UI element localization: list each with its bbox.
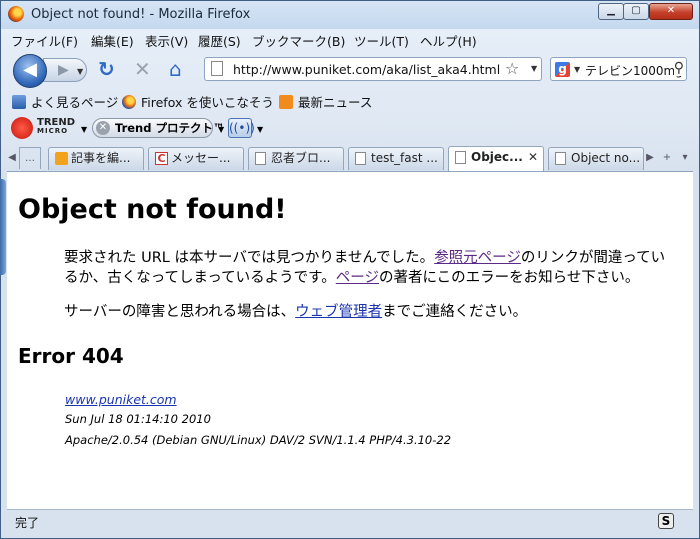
server-error-paragraph: サーバーの障害と思われる場合は、ウェブ管理者までご連絡ください。	[64, 302, 674, 322]
tab-close-icon[interactable]: ✕	[528, 147, 538, 168]
tab-label: メッセー...	[171, 151, 231, 165]
menu-view[interactable]: 表示(V)	[145, 31, 188, 50]
trend-logo-line1: TREND	[37, 117, 76, 128]
back-button[interactable]: ◀	[13, 54, 47, 88]
bookmark-firefox-tips[interactable]: Firefox を使いこなそう	[122, 92, 274, 111]
wireless-icon[interactable]: ((•))	[228, 118, 255, 138]
bookmark-label: 最新ニュース	[298, 95, 373, 110]
menu-edit[interactable]: 編集(E)	[91, 31, 134, 50]
page-icon	[255, 152, 266, 165]
error-code-heading: Error 404	[18, 344, 124, 368]
url-bar[interactable]: http://www.puniket.com/aka/list_aka4.htm…	[204, 57, 542, 81]
sidebar-edge	[0, 179, 6, 275]
tab-label: Objec...	[471, 150, 523, 164]
page-link[interactable]: ページ	[336, 270, 379, 286]
menu-bookmarks[interactable]: ブックマーク(B)	[252, 31, 345, 50]
tab-list-icon[interactable]: ▾	[678, 147, 692, 169]
paragraph-text: サーバーの障害と思われる場合は、	[64, 304, 296, 320]
status-text: 完了	[15, 516, 40, 530]
url-input[interactable]: http://www.puniket.com/aka/list_aka4.htm…	[233, 62, 500, 77]
tab-test-fast[interactable]: test_fast ...	[348, 147, 444, 170]
server-signature: Apache/2.0.54 (Debian GNU/Linux) DAV/2 S…	[65, 433, 452, 447]
bookmark-most-visited[interactable]: よく見るページ	[12, 92, 118, 111]
page-icon	[555, 152, 566, 165]
blog-icon	[55, 152, 68, 165]
tab-overflow-button[interactable]: …	[19, 147, 41, 169]
search-engine-dropdown-icon[interactable]: ▼	[574, 65, 580, 74]
paragraph-text: の著者にこのエラーをお知らせ下さい。	[378, 270, 640, 286]
tab-scroll-left-icon[interactable]: ◀	[5, 147, 19, 169]
bookmark-latest-news[interactable]: 最新ニュース	[279, 92, 372, 111]
trend-protect-label: Trend プロテクト™	[115, 121, 225, 135]
trend-logo-line2: MICRO	[37, 127, 69, 135]
tab-label: test_fast ...	[371, 151, 438, 165]
browser-window: Object not found! - Mozilla Firefox ▁ ▢ …	[0, 0, 700, 539]
site-link[interactable]: www.puniket.com	[65, 392, 177, 407]
close-button[interactable]: ✕	[649, 3, 693, 20]
trend-micro-logo-text: TREND MICRO	[37, 118, 75, 136]
trend-micro-logo-icon[interactable]	[11, 117, 33, 139]
trend-protect-button[interactable]: ✕ Trend プロテクト™	[92, 118, 224, 138]
tab-label: Object no...	[571, 151, 641, 165]
menu-file[interactable]: ファイル(F)	[11, 31, 78, 50]
tab-messages[interactable]: C メッセー...	[148, 147, 244, 170]
page-content: Object not found! 要求された URL は本サーバでは見つかりま…	[7, 171, 693, 509]
window-title: Object not found! - Mozilla Firefox	[31, 7, 251, 22]
page-heading: Object not found!	[18, 194, 287, 225]
tab-object-not-found-active[interactable]: Objec... ✕	[448, 146, 544, 171]
tab-label: 記事を編...	[71, 151, 131, 165]
menu-history[interactable]: 履歴(S)	[198, 31, 241, 50]
search-icon[interactable]: ⚲	[673, 60, 684, 76]
minimize-button[interactable]: ▁	[598, 3, 624, 20]
paragraph-text: までご連絡ください。	[382, 304, 528, 320]
menu-help[interactable]: ヘルプ(H)	[420, 31, 477, 50]
tab-object-not-found[interactable]: Object no...	[548, 147, 644, 170]
wireless-dropdown-icon[interactable]: ▼	[257, 125, 263, 134]
paragraph-text: 要求された URL は本サーバでは見つかりませんでした。	[64, 250, 435, 266]
tab-ninja-blog[interactable]: 忍者ブロ...	[248, 147, 344, 170]
page-icon	[211, 61, 223, 76]
timestamp: Sun Jul 18 01:14:10 2010	[65, 412, 211, 426]
status-bar: 完了 S	[7, 509, 693, 532]
tab-scroll-right-icon[interactable]: ▶	[643, 147, 657, 169]
trend-dropdown-icon[interactable]: ▼	[81, 125, 87, 134]
page-icon	[355, 152, 366, 165]
search-bar[interactable]: g ▼ テレビン1000mg ⚲	[550, 57, 687, 81]
home-icon[interactable]: ⌂	[169, 59, 182, 79]
error-message-paragraph: 要求された URL は本サーバでは見つかりませんでした。参照元ページのリンクが間…	[64, 248, 674, 288]
bookmark-folder-icon	[12, 95, 26, 109]
stop-icon[interactable]: ✕	[134, 59, 151, 79]
tab-edit-article[interactable]: 記事を編...	[48, 147, 144, 170]
bookmark-label: Firefox を使いこなそう	[141, 95, 274, 110]
search-engine-icon[interactable]: g	[555, 62, 570, 77]
title-bar: Object not found! - Mozilla Firefox ▁ ▢ …	[1, 1, 699, 29]
url-dropdown-icon[interactable]: ▼	[531, 64, 537, 73]
rss-icon	[279, 95, 293, 109]
new-tab-icon[interactable]: +	[660, 147, 674, 169]
menu-tools[interactable]: ツール(T)	[354, 31, 409, 50]
referrer-page-link[interactable]: 参照元ページ	[434, 250, 521, 266]
reload-icon[interactable]: ↻	[98, 59, 115, 79]
trend-x-icon: ✕	[96, 121, 110, 135]
tab-strip: ◀ … 記事を編... C メッセー... 忍者ブロ... test_fast .…	[1, 145, 699, 171]
history-dropdown-icon[interactable]: ▼	[77, 67, 83, 76]
firefox-logo-icon	[8, 6, 24, 22]
maximize-button[interactable]: ▢	[623, 3, 649, 20]
firefox-icon	[122, 95, 136, 109]
trend-protect-dropdown-icon[interactable]: ▼	[218, 125, 224, 134]
bookmark-star-icon[interactable]: ☆	[505, 59, 519, 78]
c-logo-icon: C	[155, 152, 168, 165]
bookmark-label: よく見るページ	[31, 95, 119, 110]
tab-label: 忍者ブロ...	[271, 151, 331, 165]
addon-status-icon[interactable]: S	[658, 513, 674, 529]
page-icon	[455, 151, 466, 164]
search-input[interactable]: テレビン1000mg	[585, 62, 683, 79]
webmaster-link[interactable]: ウェブ管理者	[295, 304, 382, 320]
